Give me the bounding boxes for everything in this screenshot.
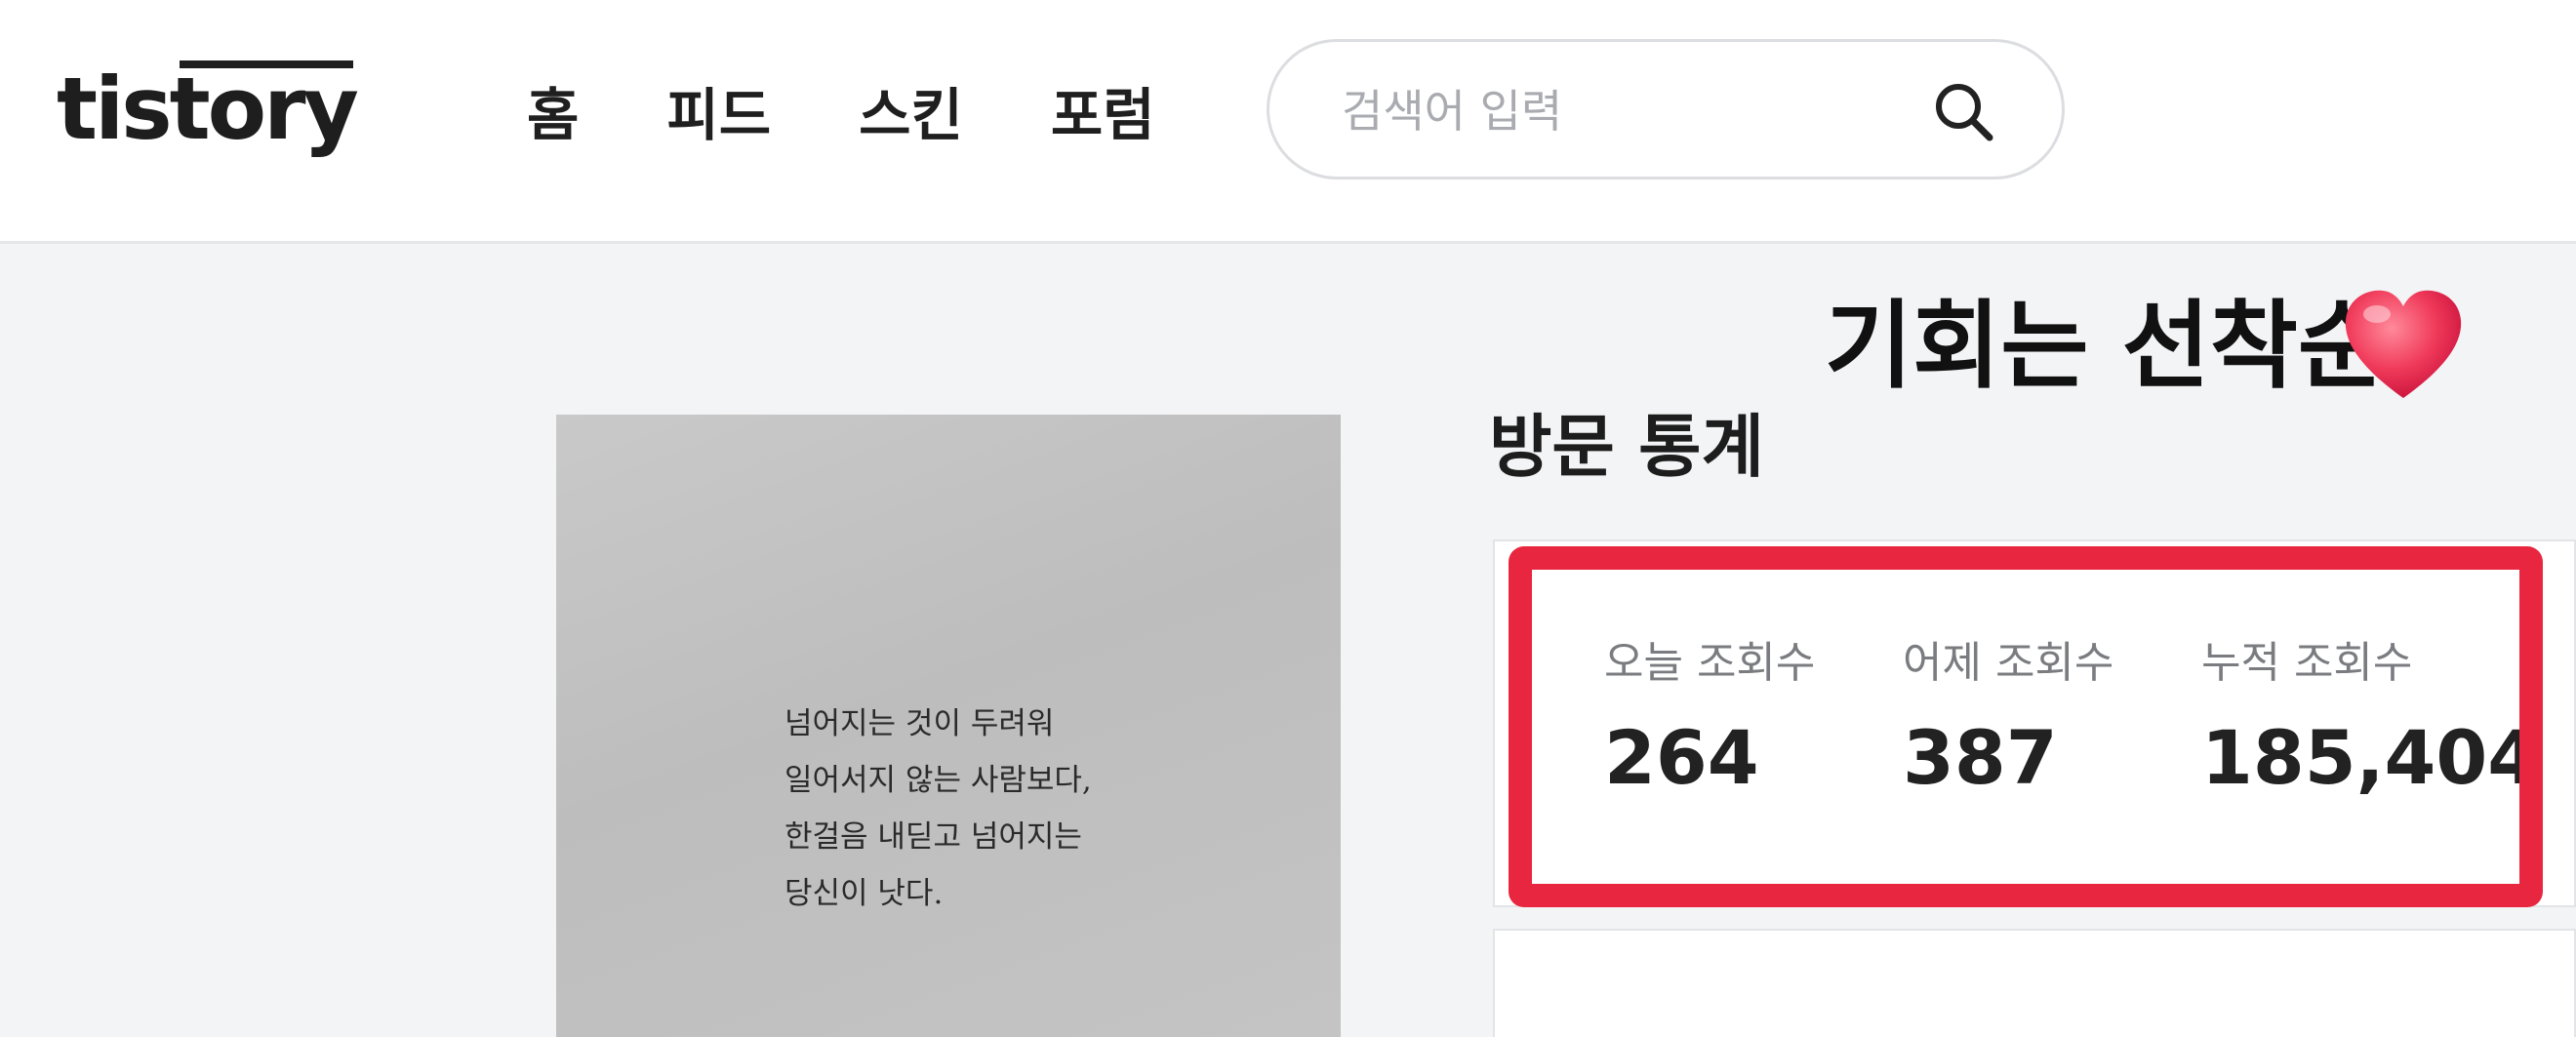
visit-stats-title: 방문 통계	[1489, 407, 1764, 487]
quote-text: 넘어지는 것이 두려워 일어서지 않는 사람보다, 한걸음 내딛고 넘어지는 당…	[785, 696, 1092, 922]
main-nav: 홈 피드 스킨 포럼	[527, 66, 1243, 164]
tistory-logo[interactable]: tistory	[57, 51, 359, 168]
top-header: tistory 홈 피드 스킨 포럼	[0, 0, 2576, 244]
nav-item-feed[interactable]: 피드	[666, 66, 771, 164]
nav-item-skin[interactable]: 스킨	[859, 66, 963, 164]
quote-image-card[interactable]: 넘어지는 것이 두려워 일어서지 않는 사람보다, 한걸음 내딛고 넘어지는 당…	[556, 415, 1341, 1037]
red-heart-icon	[2345, 290, 2462, 398]
nav-item-forum[interactable]: 포럼	[1051, 66, 1155, 164]
quote-line: 당신이 낫다.	[785, 876, 944, 911]
quote-line: 일어서지 않는 사람보다,	[785, 763, 1092, 798]
lower-content-card	[1493, 929, 2576, 1037]
quote-line: 한걸음 내딛고 넘어지는	[785, 819, 1082, 855]
nav-item-home[interactable]: 홈	[527, 66, 579, 164]
search-icon[interactable]	[1929, 77, 1999, 147]
search-input[interactable]	[1340, 71, 1890, 151]
search-box	[1267, 39, 2065, 179]
quote-line: 넘어지는 것이 두려워	[785, 706, 1055, 741]
logo-overline	[180, 60, 353, 68]
highlight-box	[1509, 546, 2543, 907]
promo-annotation: 기회는 선착순	[1825, 291, 2387, 402]
